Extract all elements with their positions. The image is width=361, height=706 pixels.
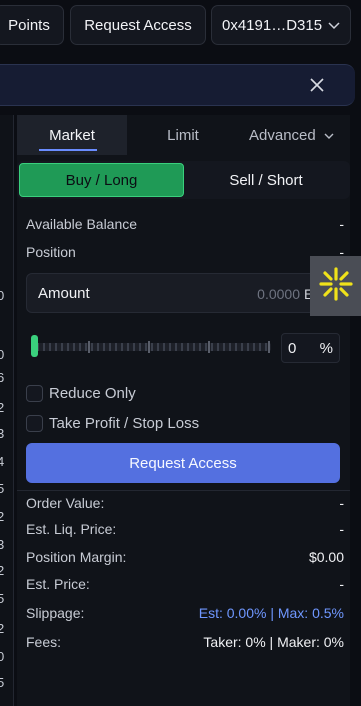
amount-label: Amount <box>38 285 90 302</box>
slider-track <box>31 343 271 351</box>
points-label: Points <box>8 16 50 34</box>
reduce-only-checkbox[interactable]: Reduce Only <box>26 383 326 403</box>
buy-long-button[interactable]: Buy / Long <box>19 163 184 197</box>
fees-row: Fees: Taker: 0% | Maker: 0% <box>26 634 344 650</box>
orderbook-edge-number: 6 <box>0 370 5 385</box>
slippage-label: Slippage: <box>26 605 85 621</box>
slippage-row: Slippage: Est: 0.00% | Max: 0.5% <box>26 605 344 621</box>
est-price-value: - <box>339 576 344 592</box>
position-margin-value: $0.00 <box>308 549 344 565</box>
liq-price-row: Est. Liq. Price: - <box>26 521 344 537</box>
tab-limit[interactable]: Limit <box>127 115 239 155</box>
buy-long-label: Buy / Long <box>65 171 138 189</box>
order-value-label: Order Value: <box>26 495 105 511</box>
orderbook-edge-number: 2 <box>0 621 5 636</box>
liq-price-label: Est. Liq. Price: <box>26 521 117 537</box>
amount-slider[interactable] <box>31 335 271 357</box>
checkbox-box[interactable] <box>26 414 43 432</box>
tab-advanced[interactable]: Advanced <box>239 115 350 155</box>
available-balance-value: - <box>339 216 344 232</box>
position-margin-row: Position Margin: $0.00 <box>26 549 344 565</box>
chevron-down-icon <box>328 18 340 33</box>
orderbook-edge-number: 0 <box>0 288 5 303</box>
slider-tick <box>88 341 90 353</box>
request-access-top-label: Request Access <box>84 16 192 34</box>
orderbook-edge-number: 3 <box>0 426 5 441</box>
percent-input[interactable]: 0 % <box>281 333 340 363</box>
close-icon[interactable] <box>309 73 325 99</box>
orderbook-edge-number: 2 <box>0 563 5 578</box>
points-button[interactable]: Points <box>0 5 64 45</box>
tp-sl-checkbox[interactable]: Take Profit / Stop Loss <box>26 413 326 433</box>
sparkle-icon <box>318 266 354 307</box>
orderbook-edge-number: 2 <box>0 400 5 415</box>
chevron-down-icon <box>324 128 334 143</box>
checkbox-box[interactable] <box>26 384 43 402</box>
amount-input[interactable]: Amount 0.0000 ETH <box>26 273 341 313</box>
tab-limit-label: Limit <box>167 126 199 144</box>
slider-tick <box>208 341 210 353</box>
side-toggle: Buy / Long Sell / Short <box>17 161 350 199</box>
order-value: - <box>339 495 344 511</box>
percent-symbol: % <box>319 340 333 357</box>
est-price-label: Est. Price: <box>26 576 90 592</box>
available-balance-label: Available Balance <box>26 216 138 232</box>
slider-thumb[interactable] <box>31 335 38 357</box>
tp-sl-label: Take Profit / Stop Loss <box>49 414 200 432</box>
fees-value: Taker: 0% | Maker: 0% <box>203 634 344 650</box>
est-price-row: Est. Price: - <box>26 576 344 592</box>
wallet-button[interactable]: 0x4191…D315 <box>211 5 351 45</box>
sell-short-button[interactable]: Sell / Short <box>184 163 348 197</box>
wallet-address: 0x4191…D315 <box>222 16 323 34</box>
sell-short-label: Sell / Short <box>229 171 303 189</box>
position-row: Position - <box>26 244 344 260</box>
amount-placeholder: 0.0000 <box>257 286 300 302</box>
orderbook-edge: 0 0 6 2 3 4 5 2 3 2 5 2 0 5 <box>0 115 14 706</box>
order-value-row: Order Value: - <box>26 495 344 511</box>
divider <box>17 490 350 491</box>
request-access-top-button[interactable]: Request Access <box>70 5 206 45</box>
orderbook-edge-number: 5 <box>0 675 5 690</box>
position-label: Position <box>26 244 76 260</box>
orderbook-edge-number: 5 <box>0 591 5 606</box>
tab-market[interactable]: Market <box>17 115 127 155</box>
fees-label: Fees: <box>26 634 62 650</box>
order-panel: Market Limit Advanced Buy / Long Sell / … <box>17 115 350 706</box>
liq-price-value: - <box>339 521 344 537</box>
orderbook-edge-number: 0 <box>0 347 5 362</box>
orderbook-edge-number: 3 <box>0 537 5 552</box>
floating-widget[interactable] <box>310 256 361 316</box>
orderbook-edge-number: 4 <box>0 454 5 469</box>
available-balance-row: Available Balance - <box>26 216 344 232</box>
reduce-only-label: Reduce Only <box>49 384 136 402</box>
top-bar: Points Request Access 0x4191…D315 <box>0 0 361 50</box>
request-access-label: Request Access <box>129 454 237 472</box>
slider-tick <box>268 341 270 353</box>
tab-market-label: Market <box>49 126 95 144</box>
tab-advanced-label: Advanced <box>249 126 316 144</box>
request-access-button[interactable]: Request Access <box>26 443 340 483</box>
order-type-tabs: Market Limit Advanced <box>17 115 350 155</box>
orderbook-edge-number: 0 <box>0 649 5 664</box>
percent-value: 0 <box>288 340 297 357</box>
notification-banner <box>0 64 355 106</box>
slippage-value[interactable]: Est: 0.00% | Max: 0.5% <box>199 605 344 621</box>
orderbook-edge-number: 2 <box>0 509 5 524</box>
orderbook-edge-number: 5 <box>0 481 5 496</box>
slider-tick <box>148 341 150 353</box>
position-margin-label: Position Margin: <box>26 549 127 565</box>
